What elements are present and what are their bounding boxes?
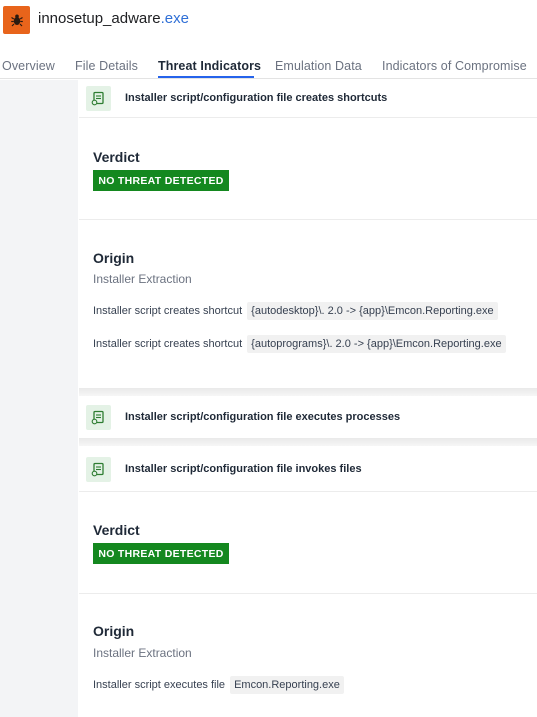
divider: [79, 117, 537, 118]
tab-indicators-of-compromise[interactable]: Indicators of Compromise: [382, 59, 527, 73]
bug-icon: [3, 6, 30, 34]
script-icon: [86, 456, 111, 482]
verdict-badge: NO THREAT DETECTED: [93, 170, 229, 191]
tab-emulation-data[interactable]: Emulation Data: [275, 59, 362, 73]
tab-bar: Overview File Details Threat Indicators …: [0, 40, 537, 79]
indicator-title: Installer script/configuration file invo…: [125, 463, 362, 475]
file-extension: .exe: [160, 10, 189, 27]
active-tab-indicator: [158, 76, 254, 78]
indicator-header[interactable]: Installer script/configuration file crea…: [79, 79, 537, 117]
file-name: innosetup_adware: [38, 10, 161, 27]
detail-line: Installer script executes file Emcon.Rep…: [93, 676, 344, 694]
detail-text: Installer script creates shortcut: [93, 305, 243, 317]
verdict-heading: Verdict: [93, 149, 140, 165]
indicator-header[interactable]: Installer script/configuration file invo…: [79, 450, 537, 488]
verdict-heading: Verdict: [93, 522, 140, 538]
card-separator: [79, 438, 537, 446]
app-header: innosetup_adware.exe: [0, 0, 537, 40]
verdict-badge: NO THREAT DETECTED: [93, 543, 229, 564]
detail-code: Emcon.Reporting.exe: [230, 676, 344, 694]
detail-line: Installer script creates shortcut {autop…: [93, 335, 506, 353]
indicator-title: Installer script/configuration file exec…: [125, 411, 401, 423]
card-separator: [79, 388, 537, 396]
origin-heading: Origin: [93, 623, 135, 639]
origin-value: Installer Extraction: [93, 646, 192, 660]
origin-value: Installer Extraction: [93, 272, 192, 286]
detail-code: {autodesktop}\. 2.0 -> {app}\Emcon.Repor…: [247, 302, 498, 320]
tab-overview[interactable]: Overview: [2, 59, 55, 73]
left-sidebar: [0, 80, 78, 717]
script-icon: [86, 404, 111, 430]
divider: [79, 593, 537, 594]
detail-code: {autoprograms}\. 2.0 -> {app}\Emcon.Repo…: [247, 335, 506, 353]
tab-threat-indicators[interactable]: Threat Indicators: [158, 59, 261, 73]
indicator-header[interactable]: Installer script/configuration file exec…: [79, 398, 537, 436]
tab-file-details[interactable]: File Details: [75, 59, 138, 73]
origin-heading: Origin: [93, 250, 135, 266]
detail-text: Installer script executes file: [93, 679, 226, 691]
script-icon: [86, 85, 111, 111]
detail-text: Installer script creates shortcut: [93, 338, 243, 350]
divider: [79, 491, 537, 492]
file-title: innosetup_adware.exe: [38, 10, 189, 27]
indicator-title: Installer script/configuration file crea…: [125, 92, 388, 104]
divider: [79, 219, 537, 220]
detail-line: Installer script creates shortcut {autod…: [93, 302, 498, 320]
